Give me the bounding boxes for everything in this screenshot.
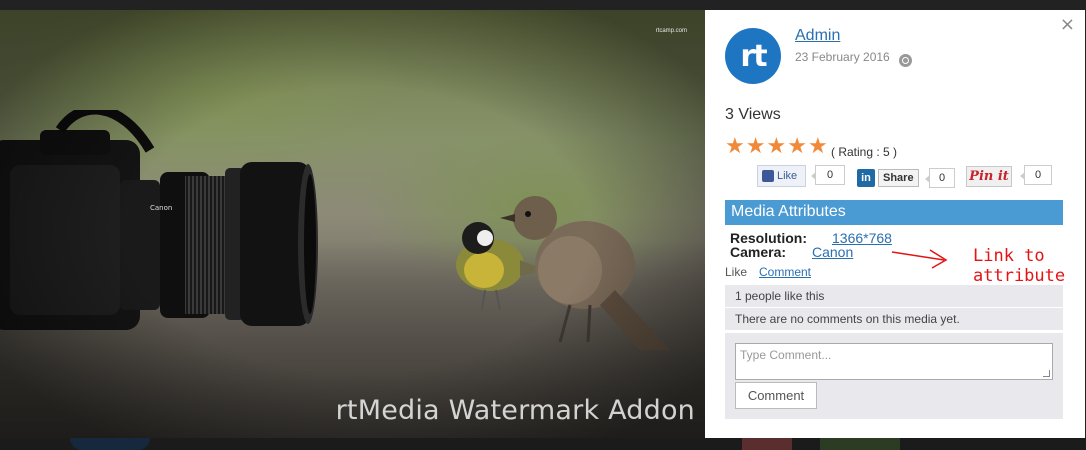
watermark-text: rtMedia Watermark Addon xyxy=(335,395,695,426)
camera-label: Camera: xyxy=(730,244,787,260)
photo-credit: rtcamp.com xyxy=(655,28,687,34)
media-info-panel: × rt Admin 23 February 2016 3 Views ★ ★ … xyxy=(705,10,1085,438)
globe-icon xyxy=(899,54,912,67)
comment-textarea[interactable]: Type Comment... xyxy=(735,343,1053,380)
like-action[interactable]: Like xyxy=(725,265,747,279)
comment-link[interactable]: Comment xyxy=(759,265,811,279)
submit-comment-button[interactable]: Comment xyxy=(735,382,817,409)
close-icon[interactable]: × xyxy=(1060,14,1075,35)
lightbox-stage: Canon xyxy=(0,0,1086,450)
photo-vignette xyxy=(0,10,705,438)
star-icon[interactable]: ★ xyxy=(725,136,745,158)
likes-summary: 1 people like this xyxy=(725,285,1063,307)
post-date: 23 February 2016 xyxy=(795,50,890,64)
like-label: Like xyxy=(777,170,798,182)
author-link[interactable]: Admin xyxy=(795,27,840,45)
star-icon[interactable]: ★ xyxy=(808,136,828,158)
background-thumbnail xyxy=(742,438,792,450)
background-strip xyxy=(0,438,1086,450)
no-comments-message: There are no comments on this media yet. xyxy=(725,308,1063,330)
linkedin-count: 0 xyxy=(925,168,955,188)
linkedin-share-button[interactable]: in Share xyxy=(857,169,919,187)
avatar[interactable]: rt xyxy=(725,28,781,84)
pinterest-count: 0 xyxy=(1020,165,1052,185)
pinterest-pin-button[interactable]: Pin it xyxy=(966,166,1012,187)
comment-form: Type Comment... Comment xyxy=(725,333,1063,419)
thumbs-up-icon xyxy=(762,170,774,182)
star-icon[interactable]: ★ xyxy=(746,136,766,158)
camera-link[interactable]: Canon xyxy=(812,244,853,260)
arrow-icon xyxy=(891,249,948,269)
linkedin-share-label: Share xyxy=(878,169,919,187)
rating-text: ( Rating : 5 ) xyxy=(831,145,898,159)
star-icon[interactable]: ★ xyxy=(787,136,807,158)
star-icon[interactable]: ★ xyxy=(766,136,786,158)
media-attributes-header: Media Attributes xyxy=(725,200,1063,225)
resize-handle-icon[interactable] xyxy=(1043,370,1050,377)
background-thumbnail xyxy=(70,438,150,450)
facebook-like-button[interactable]: Like xyxy=(757,165,806,187)
background-thumbnail xyxy=(820,438,900,450)
linkedin-icon: in xyxy=(857,169,875,187)
star-rating[interactable]: ★ ★ ★ ★ ★ xyxy=(725,136,828,158)
like-count: 0 xyxy=(811,165,845,185)
view-count: 3 Views xyxy=(725,106,781,123)
media-photo[interactable]: Canon xyxy=(0,10,705,438)
